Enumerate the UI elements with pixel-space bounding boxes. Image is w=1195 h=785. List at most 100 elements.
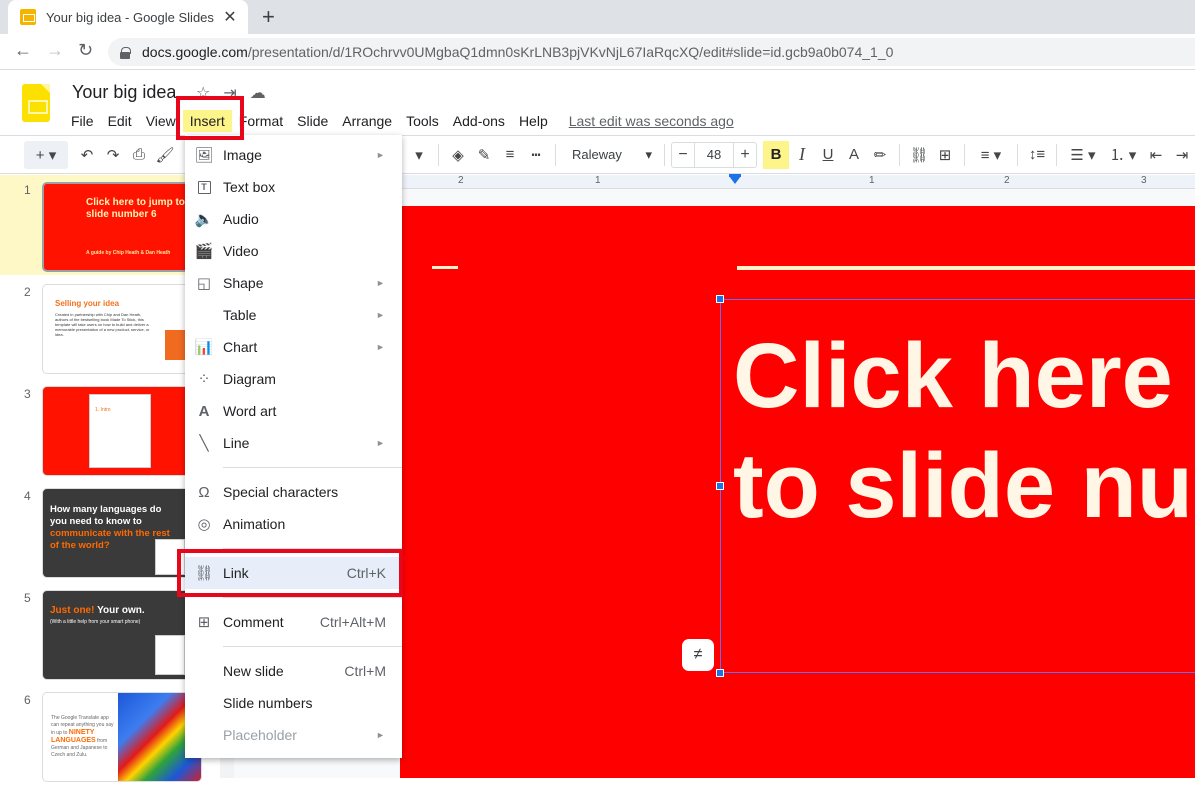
paint-format-icon[interactable]: 🖌: [152, 141, 178, 169]
menu-item-label: Comment: [223, 614, 284, 630]
numbered-list-dropdown[interactable]: ⒈ ▾: [1103, 141, 1143, 169]
menu-item-image[interactable]: 🖼 Image ►: [185, 139, 402, 171]
move-to-folder-icon[interactable]: ⇥: [223, 83, 236, 103]
thumbnail-title-highlight: Just one!: [50, 605, 95, 616]
slide-thumbnail[interactable]: Just one! Your own. (With a little help …: [42, 590, 202, 680]
border-dash-icon[interactable]: ┅: [523, 141, 549, 169]
browser-tabstrip: Your big idea - Google Slides ✕ +: [0, 0, 1195, 34]
thumbnail-title: 1. Intro: [95, 407, 111, 413]
menu-edit[interactable]: Edit: [101, 110, 139, 132]
forward-arrow-icon[interactable]: →: [46, 40, 64, 61]
add-comment-icon[interactable]: ⊞: [932, 141, 958, 169]
word-art-icon: A: [198, 402, 210, 420]
reload-icon[interactable]: ↻: [78, 40, 93, 61]
menu-item-link[interactable]: ⛓ Link Ctrl+K: [185, 557, 402, 589]
last-edit-link[interactable]: Last edit was seconds ago: [569, 110, 734, 132]
italic-button[interactable]: I: [789, 141, 815, 169]
align-dropdown[interactable]: ≡ ▾: [971, 141, 1011, 169]
menu-view[interactable]: View: [139, 110, 183, 132]
menu-item-audio[interactable]: 🔈 Audio: [185, 203, 402, 235]
back-arrow-icon[interactable]: ←: [14, 40, 32, 61]
slide-thumbnail[interactable]: Click here to jump to slide number 6 A g…: [42, 182, 202, 272]
new-slide-button[interactable]: + ▾: [24, 140, 68, 169]
highlight-color-icon[interactable]: ✏: [867, 141, 893, 169]
increase-font-size-button[interactable]: +: [734, 146, 756, 164]
cloud-saved-icon[interactable]: ☁: [250, 83, 266, 103]
menu-item-new-slide[interactable]: New slide Ctrl+M: [185, 655, 402, 687]
border-color-icon[interactable]: ✎: [471, 141, 497, 169]
menu-item-text-box[interactable]: T Text box: [185, 171, 402, 203]
resize-handle[interactable]: [716, 295, 724, 303]
slide-editor[interactable]: Click here to slide nu ≠: [400, 206, 1195, 778]
slide-number: 6: [24, 693, 31, 707]
resize-handle[interactable]: [716, 482, 724, 490]
menu-item-line[interactable]: ╲ Line ►: [185, 427, 402, 459]
menu-item-label: Chart: [223, 339, 258, 355]
document-title[interactable]: Your big idea: [72, 82, 176, 103]
slide-thumbnail[interactable]: How many languages do you need to know t…: [42, 488, 202, 578]
menu-item-comment[interactable]: ⊞ Comment Ctrl+Alt+M: [185, 606, 402, 638]
slides-logo-icon[interactable]: [22, 84, 50, 122]
redo-icon[interactable]: ↷: [100, 141, 126, 169]
menu-divider: [223, 548, 402, 549]
bulleted-list-dropdown[interactable]: ☰ ▾: [1063, 141, 1103, 169]
address-bar[interactable]: docs.google.com/presentation/d/1ROchrvv0…: [108, 38, 1195, 66]
line-spacing-icon[interactable]: ↕≡: [1024, 141, 1050, 169]
video-icon: 🎬: [194, 243, 214, 260]
bold-button[interactable]: B: [763, 140, 789, 169]
increase-indent-icon[interactable]: ⇥: [1169, 141, 1195, 169]
animation-icon: ◎: [197, 516, 211, 533]
menu-item-chart[interactable]: 📊 Chart ►: [185, 331, 402, 363]
browser-toolbar: ← → ↻ docs.google.com/presentation/d/1RO…: [0, 34, 1195, 70]
zoom-dropdown-caret[interactable]: ▾: [406, 141, 432, 169]
browser-tab[interactable]: Your big idea - Google Slides ✕: [8, 0, 248, 34]
url-host: docs.google.com: [142, 44, 248, 60]
menu-add-ons[interactable]: Add-ons: [446, 110, 512, 132]
text-box-selection[interactable]: [716, 295, 1195, 677]
print-icon[interactable]: ⎙: [126, 141, 152, 169]
resize-handle[interactable]: [716, 669, 724, 677]
font-size-input[interactable]: [694, 142, 734, 167]
toolbar-divider: [899, 143, 900, 166]
menu-file[interactable]: File: [64, 110, 101, 132]
menu-slide[interactable]: Slide: [290, 110, 335, 132]
slide-thumbnail[interactable]: The Google Translate app can repeat anyt…: [42, 692, 202, 782]
undo-icon[interactable]: ↶: [74, 141, 100, 169]
fill-color-icon[interactable]: ◈: [445, 141, 471, 169]
tab-close-icon[interactable]: ✕: [218, 7, 242, 27]
indent-marker[interactable]: [729, 174, 741, 184]
border-weight-icon[interactable]: ≡: [497, 141, 523, 169]
decrease-font-size-button[interactable]: −: [672, 146, 694, 164]
shape-icon: ◱: [196, 275, 212, 292]
text-color-button[interactable]: A: [841, 141, 867, 169]
star-icon[interactable]: ☆: [196, 83, 210, 103]
decrease-indent-icon[interactable]: ⇤: [1143, 141, 1169, 169]
autofit-options-button[interactable]: ≠: [682, 639, 714, 671]
menu-item-video[interactable]: 🎬 Video: [185, 235, 402, 267]
menu-item-diagram[interactable]: ⁘ Diagram: [185, 363, 402, 395]
underline-button[interactable]: U: [815, 141, 841, 169]
menu-insert[interactable]: Insert: [182, 110, 232, 132]
menu-item-slide-numbers[interactable]: Slide numbers: [185, 687, 402, 719]
diagram-icon: ⁘: [197, 371, 211, 388]
new-tab-button[interactable]: +: [262, 4, 275, 30]
font-size-stepper: − +: [671, 141, 757, 168]
menu-item-animation[interactable]: ◎ Animation: [185, 508, 402, 540]
toolbar-divider: [964, 143, 965, 166]
font-family-select[interactable]: Raleway ▾: [562, 141, 658, 169]
text-box-icon: T: [185, 179, 223, 196]
menu-item-special-characters[interactable]: Ω Special characters: [185, 476, 402, 508]
slide-thumbnail[interactable]: Selling your idea Created in partnership…: [42, 284, 202, 374]
menu-help[interactable]: Help: [512, 110, 555, 132]
menu-arrange[interactable]: Arrange: [335, 110, 399, 132]
menu-tools[interactable]: Tools: [399, 110, 446, 132]
submenu-arrow-icon: ►: [376, 310, 385, 320]
decorative-bar: [737, 266, 1195, 270]
slide-thumbnail[interactable]: 1. Intro: [42, 386, 202, 476]
menu-format[interactable]: Format: [232, 110, 290, 132]
menu-item-table[interactable]: Table ►: [185, 299, 402, 331]
horizontal-ruler[interactable]: 2 1 1 2 3: [400, 174, 1195, 189]
insert-link-icon[interactable]: ⛓: [906, 141, 932, 169]
menu-item-word-art[interactable]: A Word art: [185, 395, 402, 427]
menu-item-shape[interactable]: ◱ Shape ►: [185, 267, 402, 299]
